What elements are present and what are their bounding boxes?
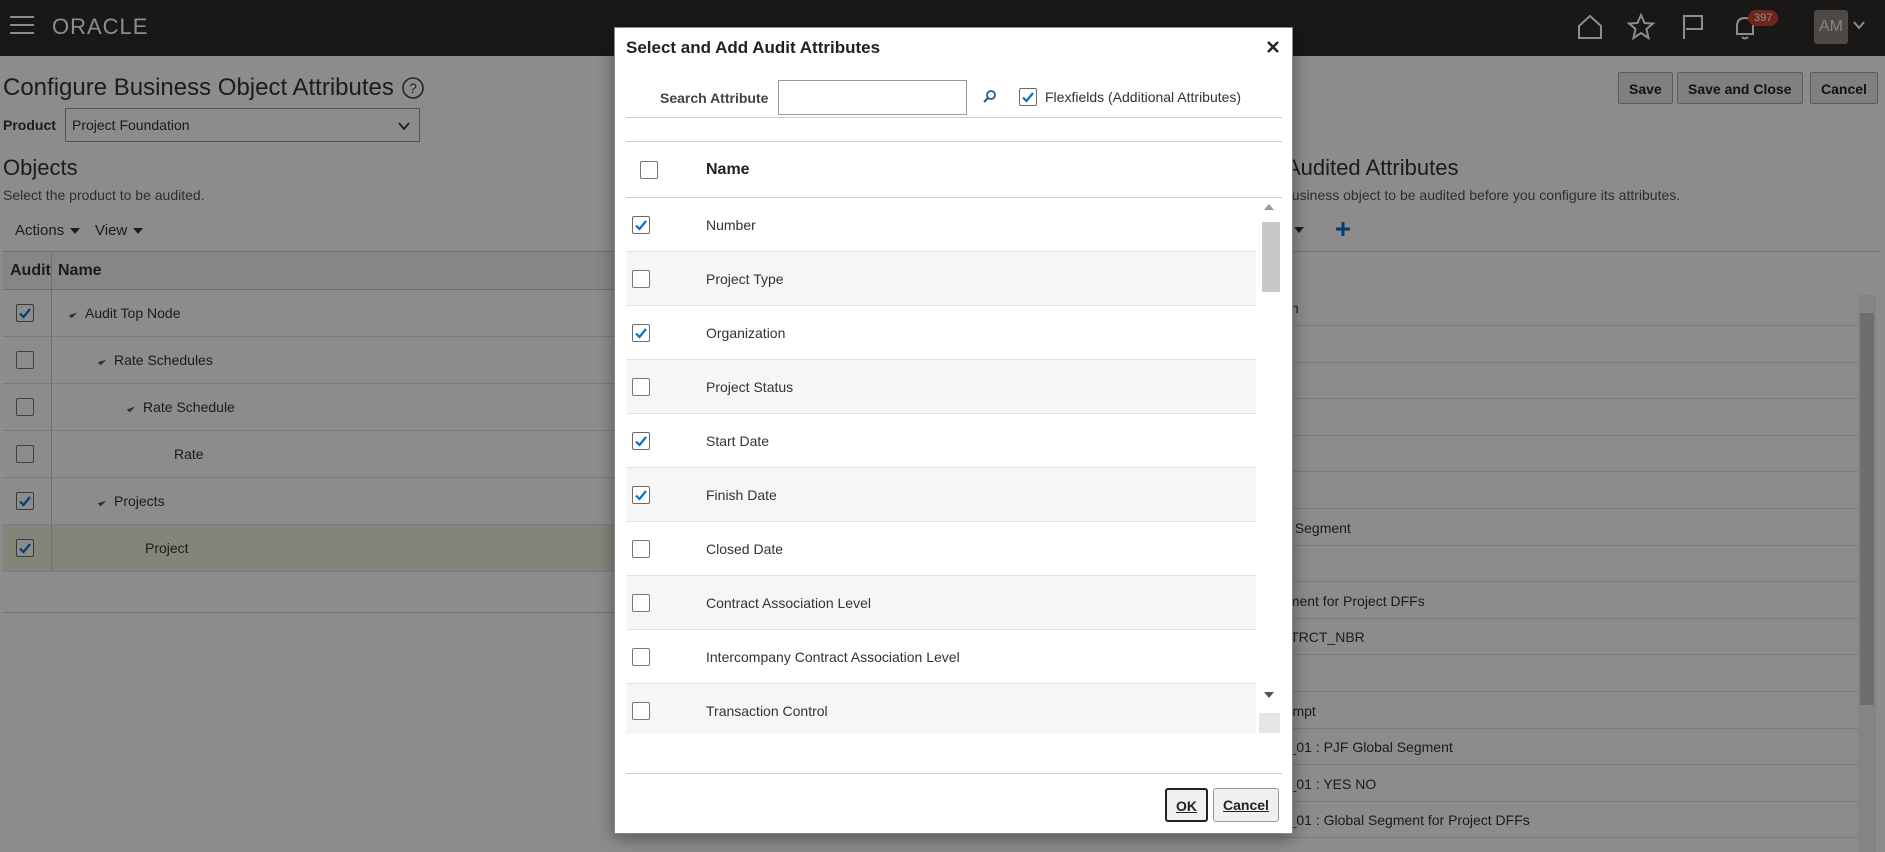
attribute-name: Project Status: [706, 379, 794, 395]
scrollbar[interactable]: [1259, 198, 1280, 733]
attribute-checkbox[interactable]: [632, 378, 650, 396]
divider: [626, 773, 1282, 774]
attribute-name: Transaction Control: [706, 703, 828, 719]
close-icon[interactable]: [1264, 38, 1282, 56]
attribute-checkbox[interactable]: [632, 216, 650, 234]
search-icon[interactable]: [981, 88, 999, 106]
scroll-down-icon[interactable]: [1264, 692, 1274, 698]
attribute-name: Closed Date: [706, 541, 784, 557]
attribute-checkbox[interactable]: [632, 270, 650, 288]
name-column-header[interactable]: Name: [706, 161, 750, 179]
list-item[interactable]: Intercompany Contract Association Level: [626, 630, 1256, 684]
scroll-up-icon[interactable]: [1264, 204, 1274, 210]
scrollbar-thumb[interactable]: [1262, 222, 1280, 292]
attributes-table-header: Name: [626, 142, 1282, 198]
attribute-name: Contract Association Level: [706, 595, 871, 611]
attribute-checkbox[interactable]: [632, 540, 650, 558]
list-item[interactable]: Organization: [626, 306, 1256, 360]
attribute-name: Intercompany Contract Association Level: [706, 649, 960, 665]
list-item[interactable]: Project Type: [626, 252, 1256, 306]
attribute-checkbox[interactable]: [632, 432, 650, 450]
divider: [626, 117, 1282, 118]
search-attribute-label: Search Attribute: [660, 90, 769, 106]
list-item[interactable]: Closed Date: [626, 522, 1256, 576]
select-all-checkbox[interactable]: [640, 161, 658, 179]
list-item[interactable]: Number: [626, 198, 1256, 252]
cancel-button[interactable]: Cancel: [1213, 788, 1279, 822]
list-item[interactable]: Contract Association Level: [626, 576, 1256, 630]
attribute-name: Finish Date: [706, 487, 777, 503]
attribute-checkbox[interactable]: [632, 486, 650, 504]
flexfields-checkbox[interactable]: [1019, 88, 1037, 106]
attribute-checkbox[interactable]: [632, 648, 650, 666]
attributes-list: Number Project Type Organization Project St…: [626, 198, 1256, 734]
list-item[interactable]: Start Date: [626, 414, 1256, 468]
attribute-name: Project Type: [706, 271, 784, 287]
select-audit-attributes-dialog: Select and Add Audit Attributes Search A…: [614, 27, 1293, 834]
ok-button[interactable]: OK: [1165, 788, 1208, 822]
scrollbar-corner: [1259, 713, 1280, 733]
list-item[interactable]: Project Status: [626, 360, 1256, 414]
list-item[interactable]: Transaction Control: [626, 684, 1256, 734]
attribute-checkbox[interactable]: [632, 702, 650, 720]
dialog-title: Select and Add Audit Attributes: [626, 38, 881, 57]
attribute-checkbox[interactable]: [632, 594, 650, 612]
attribute-checkbox[interactable]: [632, 324, 650, 342]
list-item[interactable]: Finish Date: [626, 468, 1256, 522]
flexfields-label[interactable]: Flexfields (Additional Attributes): [1045, 89, 1241, 105]
search-attribute-input[interactable]: [778, 80, 967, 115]
attribute-name: Number: [706, 217, 756, 233]
attribute-name: Organization: [706, 325, 786, 341]
attribute-name: Start Date: [706, 433, 770, 449]
